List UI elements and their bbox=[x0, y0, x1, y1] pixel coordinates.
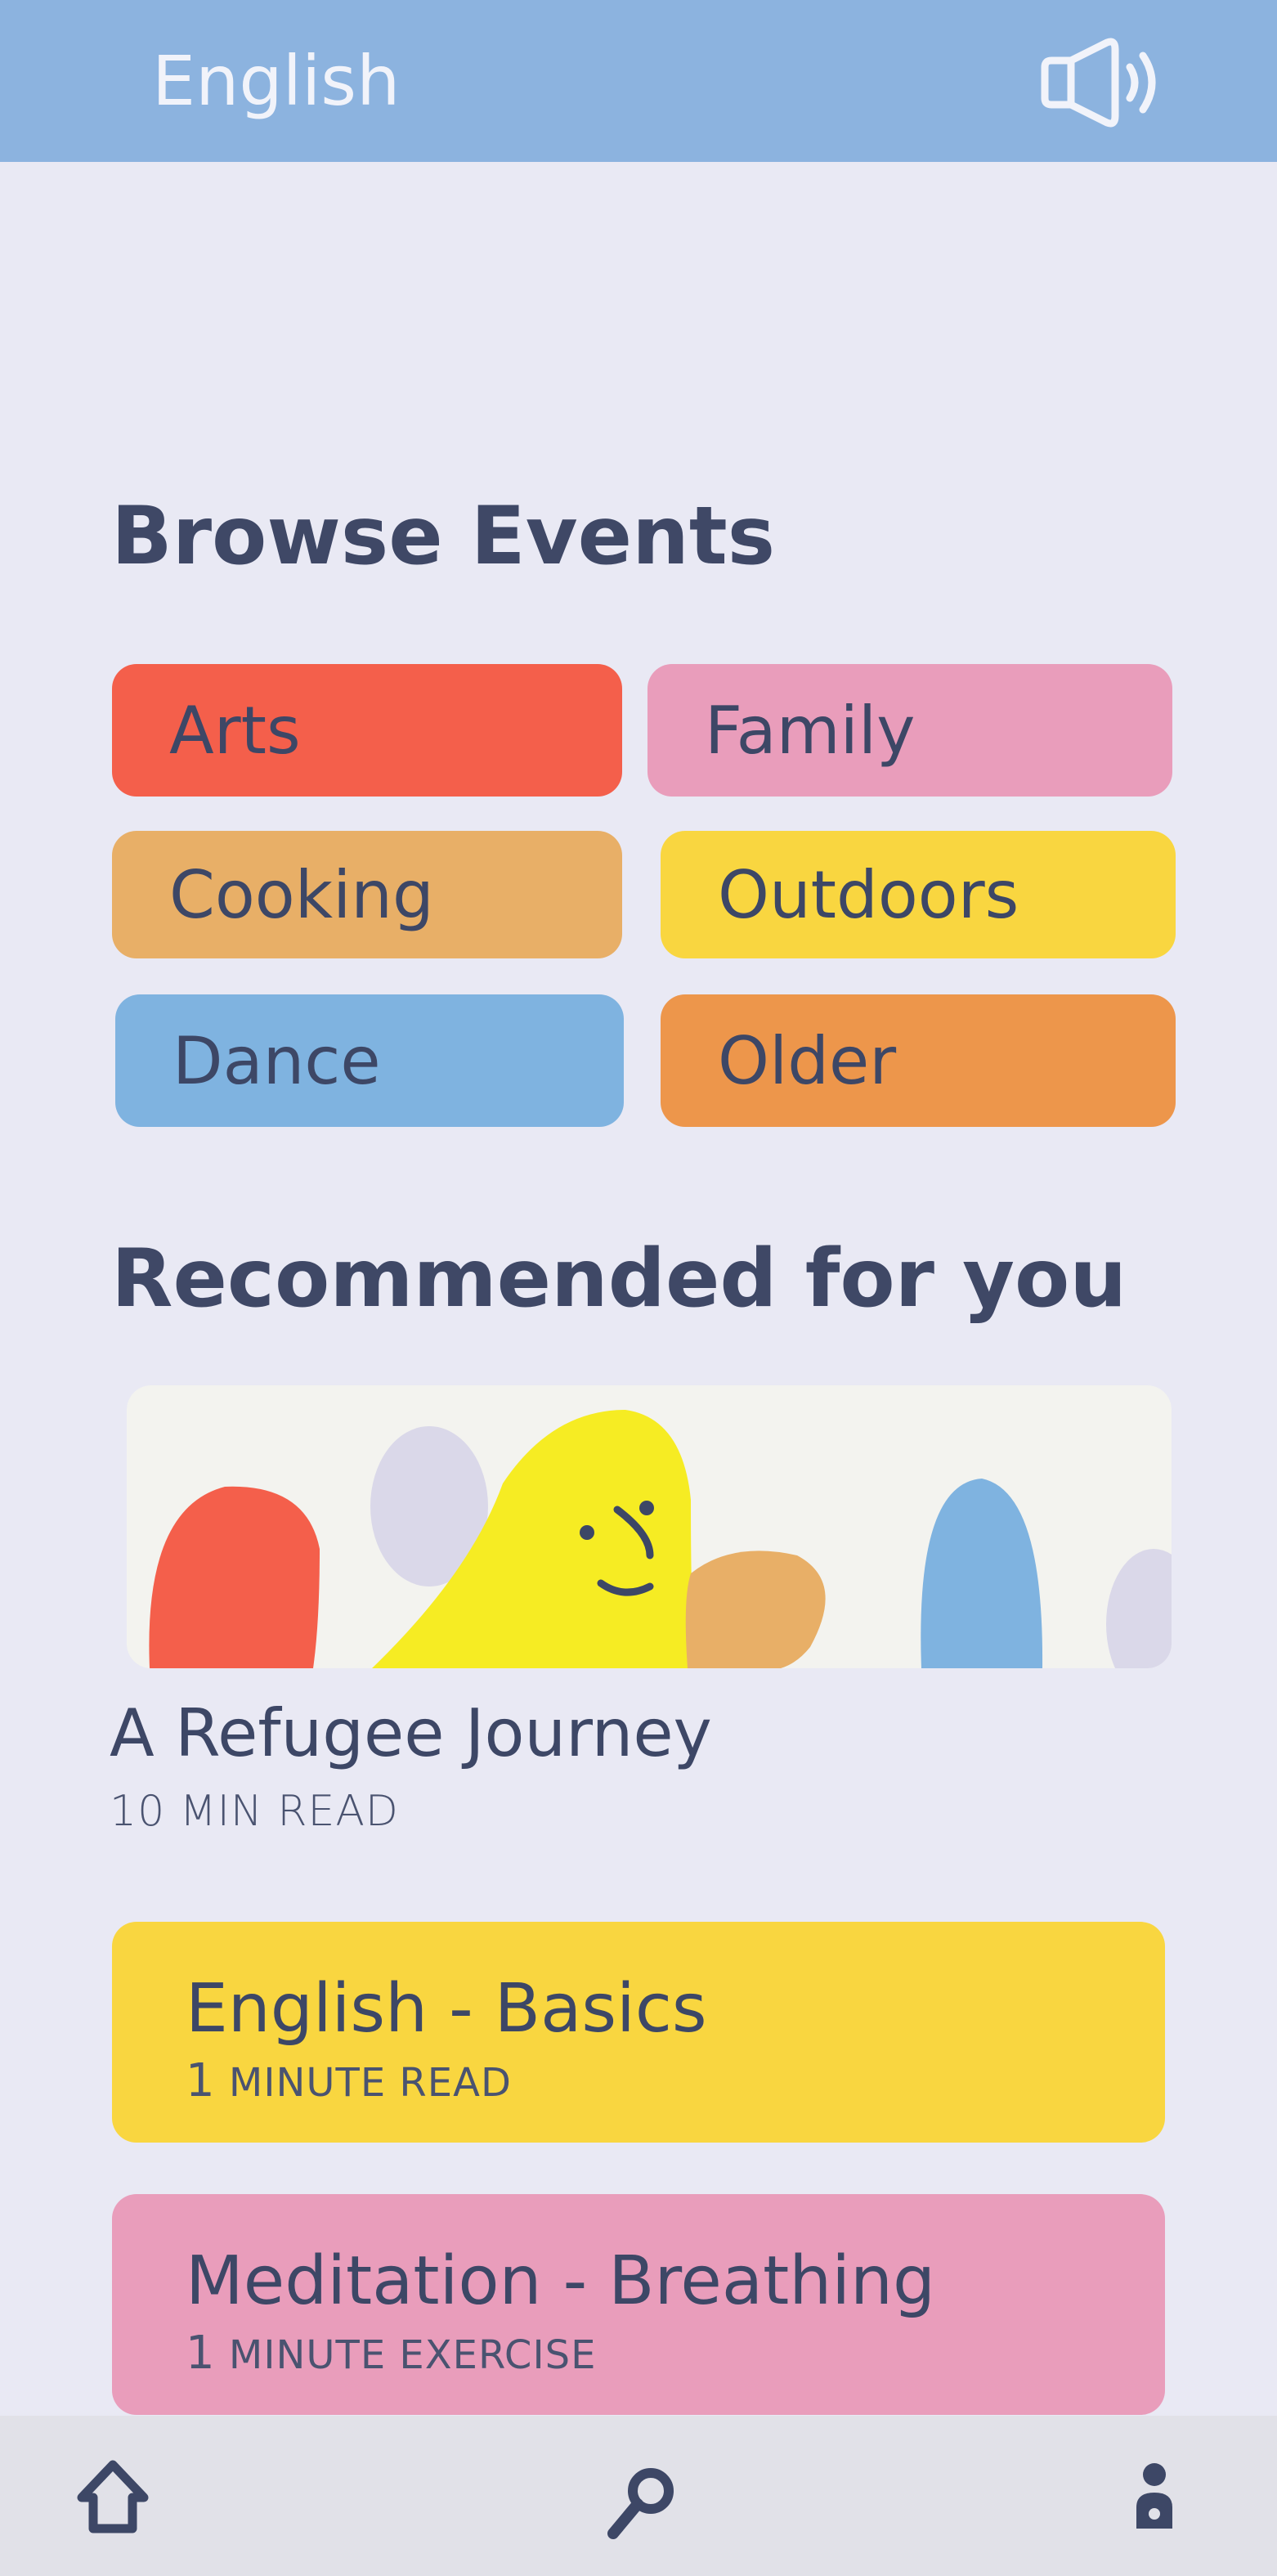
speaker-icon[interactable] bbox=[1037, 38, 1167, 128]
featured-article-image[interactable] bbox=[127, 1385, 1172, 1668]
recommended-card-meditation-breathing[interactable]: Meditation - Breathing 1 MINUTE EXERCISE bbox=[112, 2194, 1165, 2415]
card-title: English - Basics bbox=[186, 1970, 707, 2048]
featured-article-title[interactable]: A Refugee Journey bbox=[110, 1685, 712, 1783]
featured-article-read-time: 10 MIN READ bbox=[110, 1787, 399, 1836]
top-bar: English bbox=[0, 0, 1277, 162]
home-icon[interactable] bbox=[72, 2457, 154, 2538]
language-selector[interactable]: English bbox=[152, 36, 400, 126]
category-cooking[interactable]: Cooking bbox=[112, 831, 622, 958]
category-arts[interactable]: Arts bbox=[112, 664, 622, 797]
category-older[interactable]: Older bbox=[661, 994, 1176, 1127]
card-title: Meditation - Breathing bbox=[186, 2242, 936, 2320]
profile-icon[interactable] bbox=[1113, 2457, 1195, 2538]
search-icon[interactable] bbox=[600, 2462, 682, 2543]
card-duration: 1 MINUTE EXERCISE bbox=[186, 2327, 597, 2380]
category-family[interactable]: Family bbox=[647, 664, 1172, 797]
blob-characters-illustration bbox=[149, 1410, 1172, 1668]
category-outdoors[interactable]: Outdoors bbox=[661, 831, 1176, 958]
category-dance[interactable]: Dance bbox=[115, 994, 624, 1127]
card-duration: 1 MINUTE READ bbox=[186, 2054, 512, 2107]
bottom-tab-bar bbox=[0, 2416, 1277, 2576]
recommended-card-english-basics[interactable]: English - Basics 1 MINUTE READ bbox=[112, 1922, 1165, 2143]
recommended-heading: Recommended for you bbox=[111, 1232, 1127, 1326]
browse-events-heading: Browse Events bbox=[111, 490, 776, 583]
